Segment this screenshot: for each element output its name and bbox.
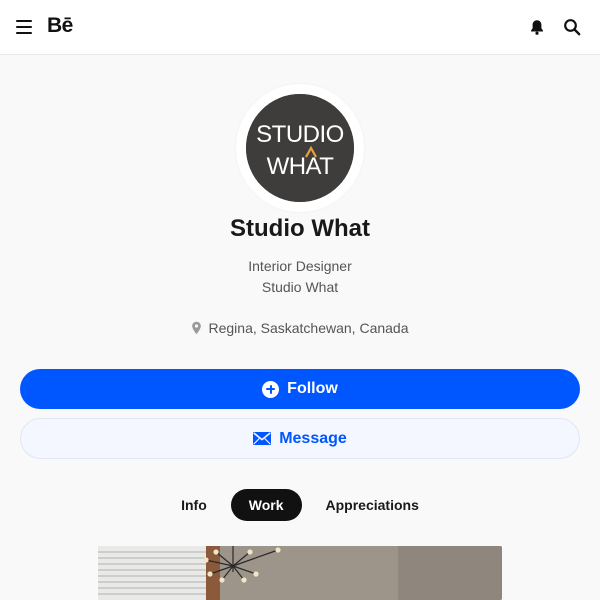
menu-icon[interactable] <box>14 18 34 36</box>
search-icon[interactable] <box>563 18 581 36</box>
envelope-icon <box>253 432 272 445</box>
location-text: Regina, Saskatchewan, Canada <box>208 320 409 336</box>
behance-logo[interactable]: Bē <box>47 14 73 38</box>
plus-circle-icon <box>262 380 280 398</box>
tab-appreciations[interactable]: Appreciations <box>308 489 437 521</box>
project-thumbnail[interactable] <box>98 546 502 600</box>
avatar[interactable]: STUDIO WHAT <box>246 94 354 202</box>
tab-work[interactable]: Work <box>230 489 302 521</box>
follow-button[interactable]: Follow <box>20 369 580 409</box>
location-pin-icon <box>191 321 202 335</box>
notification-bell-icon[interactable] <box>528 18 546 36</box>
avatar-logo-text-line2: WHAT <box>267 153 335 180</box>
profile-location: Regina, Saskatchewan, Canada <box>0 320 600 336</box>
profile-tabs: Info Work Appreciations <box>0 489 600 521</box>
avatar-logo-text-line1: STUDIO <box>256 121 344 148</box>
profile-company: Studio What <box>261 279 339 295</box>
top-navigation-bar: Bē <box>0 0 600 55</box>
tab-info[interactable]: Info <box>163 489 225 521</box>
follow-label: Follow <box>287 380 338 397</box>
message-button[interactable]: Message <box>20 418 580 459</box>
profile-occupation: Interior Designer <box>248 258 352 274</box>
message-label: Message <box>279 429 347 447</box>
profile-name: Studio What <box>230 215 370 242</box>
